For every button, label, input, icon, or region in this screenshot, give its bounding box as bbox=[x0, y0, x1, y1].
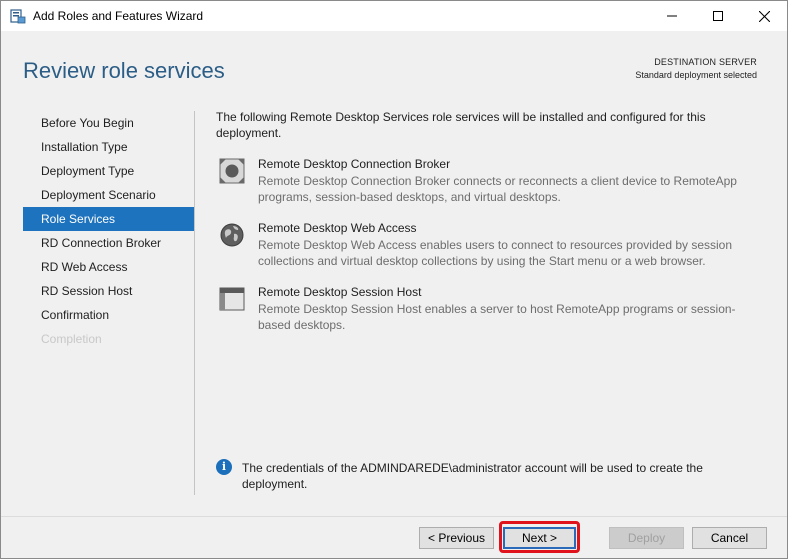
maximize-icon bbox=[713, 11, 723, 21]
minimize-icon bbox=[667, 15, 677, 17]
nav-item-rd-web-access[interactable]: RD Web Access bbox=[23, 255, 195, 279]
wizard-steps-nav: Before You Begin Installation Type Deplo… bbox=[23, 111, 195, 351]
service-name: Remote Desktop Connection Broker bbox=[258, 157, 451, 171]
footer-divider bbox=[1, 516, 787, 517]
previous-button[interactable]: < Previous bbox=[419, 527, 494, 549]
nav-item-deployment-type[interactable]: Deployment Type bbox=[23, 159, 195, 183]
wizard-window: Add Roles and Features Wizard Review rol… bbox=[0, 0, 788, 559]
service-name: Remote Desktop Session Host bbox=[258, 285, 422, 299]
nav-item-deployment-scenario[interactable]: Deployment Scenario bbox=[23, 183, 195, 207]
close-button[interactable] bbox=[741, 1, 787, 31]
main-content: The following Remote Desktop Services ro… bbox=[216, 109, 766, 332]
destination-server-label: DESTINATION SERVER bbox=[654, 57, 757, 67]
close-icon bbox=[758, 10, 770, 22]
nav-item-confirmation[interactable]: Confirmation bbox=[23, 303, 195, 327]
next-button-highlight bbox=[499, 521, 580, 553]
info-icon: i bbox=[216, 459, 232, 475]
nav-item-role-services[interactable]: Role Services bbox=[23, 207, 195, 231]
nav-item-completion: Completion bbox=[41, 332, 102, 346]
server-manager-icon bbox=[10, 9, 26, 24]
title-bar[interactable]: Add Roles and Features Wizard bbox=[1, 1, 787, 31]
globe-icon bbox=[220, 223, 244, 247]
nav-item-rd-connection-broker[interactable]: RD Connection Broker bbox=[23, 231, 195, 255]
service-name: Remote Desktop Web Access bbox=[258, 221, 417, 235]
session-host-icon bbox=[219, 287, 245, 311]
intro-text: The following Remote Desktop Services ro… bbox=[216, 110, 706, 140]
deploy-button: Deploy bbox=[609, 527, 684, 549]
nav-item-before-you-begin[interactable]: Before You Begin bbox=[23, 111, 195, 135]
window-title: Add Roles and Features Wizard bbox=[33, 9, 204, 23]
nav-item-rd-session-host[interactable]: RD Session Host bbox=[23, 279, 195, 303]
service-description: Remote Desktop Web Access enables users … bbox=[258, 238, 733, 268]
minimize-button[interactable] bbox=[649, 1, 695, 31]
nav-divider bbox=[194, 111, 195, 495]
cancel-button[interactable]: Cancel bbox=[692, 527, 767, 549]
maximize-button[interactable] bbox=[695, 1, 741, 31]
page-title: Review role services bbox=[23, 58, 225, 83]
service-description: Remote Desktop Session Host enables a se… bbox=[258, 302, 736, 332]
wizard-header: Review role services DESTINATION SERVER … bbox=[1, 31, 787, 99]
connection-broker-icon bbox=[219, 158, 245, 184]
credentials-info-text: The credentials of the ADMINDAREDE\admin… bbox=[242, 461, 703, 491]
destination-server-value: Standard deployment selected bbox=[635, 70, 757, 80]
nav-item-installation-type[interactable]: Installation Type bbox=[23, 135, 195, 159]
service-description: Remote Desktop Connection Broker connect… bbox=[258, 174, 737, 204]
